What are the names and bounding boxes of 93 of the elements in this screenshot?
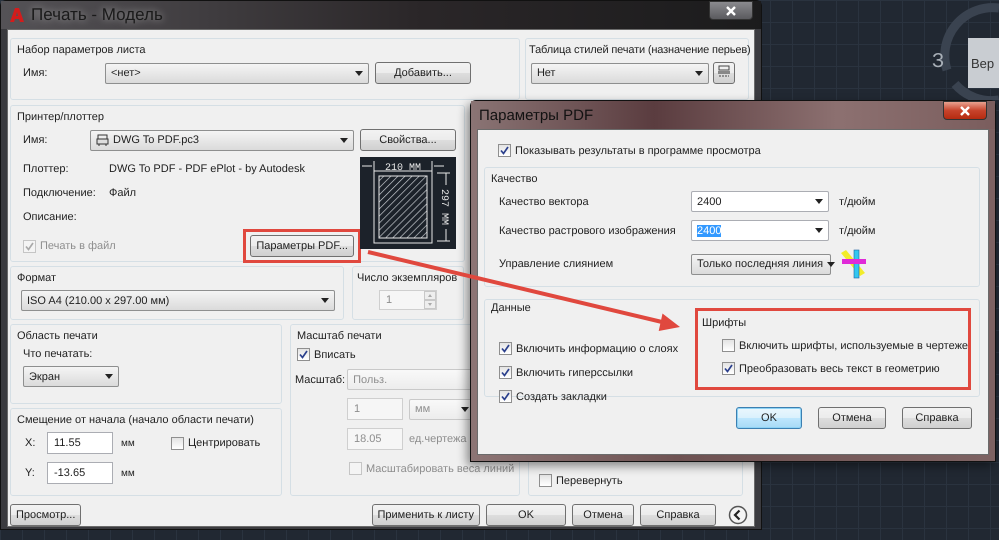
- group-title: Масштаб печати: [297, 330, 383, 342]
- checkbox-label: Масштабировать веса линий: [366, 462, 514, 474]
- caret-icon: [105, 374, 113, 379]
- input-field[interactable]: -13.65: [47, 462, 113, 484]
- dropdown[interactable]: ISO A4 (210.00 x 297.00 мм): [21, 290, 335, 311]
- dropdown[interactable]: 2400: [691, 191, 829, 212]
- button[interactable]: Отмена: [818, 407, 886, 429]
- button[interactable]: Добавить...: [375, 62, 471, 84]
- group-title: Набор параметров листа: [17, 44, 147, 56]
- checkbox-label: Центрировать: [188, 437, 260, 449]
- checkbox[interactable]: [171, 436, 184, 450]
- field-label: Что печатать:: [23, 348, 94, 360]
- merge-control-icon: [839, 249, 867, 279]
- caret-icon: [815, 199, 823, 204]
- field-label: Качество вектора: [499, 196, 590, 208]
- unit-label: мм: [121, 438, 136, 448]
- close-button[interactable]: [943, 101, 987, 120]
- info-value: DWG To PDF - PDF ePlot - by Autodesk: [109, 163, 306, 175]
- group-title: Число экземпляров: [357, 272, 455, 284]
- group-title: Качество: [491, 173, 539, 185]
- caret-icon: [827, 262, 836, 266]
- info-label: Описание:: [23, 211, 78, 223]
- unit-label: т/дюйм: [839, 196, 876, 208]
- button[interactable]: OK: [736, 407, 802, 429]
- height-label: 297 MM: [438, 189, 449, 225]
- group-title: Шрифты: [702, 317, 748, 329]
- info-label: Подключение:: [23, 187, 97, 199]
- info-value: Файл: [109, 187, 136, 199]
- button[interactable]: Свойства...: [360, 129, 456, 151]
- checkbox-label: Показывать результаты в программе просмотра: [515, 144, 761, 156]
- button[interactable]: Отмена: [572, 504, 634, 526]
- checkbox-label: Печать в файл: [40, 240, 116, 252]
- button[interactable]: Параметры PDF...: [250, 235, 354, 257]
- checkbox[interactable]: [722, 339, 735, 352]
- checkbox[interactable]: [499, 390, 512, 403]
- close-icon: [726, 6, 736, 16]
- checkbox[interactable]: [498, 144, 511, 157]
- checkbox-label: Включить информацию о слоях: [516, 342, 678, 354]
- caret-icon: [461, 406, 469, 412]
- close-button[interactable]: [709, 1, 753, 20]
- spin-arrows-icon: [424, 291, 436, 309]
- group-title: Данные: [491, 302, 532, 314]
- checkbox-label: Включить гиперссылки: [516, 366, 634, 378]
- caret-icon: [355, 70, 363, 76]
- checkbox[interactable]: [297, 348, 310, 361]
- checkbox[interactable]: [499, 366, 512, 379]
- checkbox-label: Создать закладки: [516, 390, 607, 402]
- field-label: X:: [25, 437, 36, 449]
- compass-label: З: [932, 50, 944, 73]
- caret-icon: [321, 298, 329, 303]
- button[interactable]: Справка: [902, 407, 972, 429]
- unit-label: мм: [121, 468, 135, 478]
- table-icon: [717, 64, 731, 78]
- window-title: Параметры PDF: [479, 106, 594, 124]
- dropdown[interactable]: DWG To PDF.pc3: [90, 130, 354, 150]
- button[interactable]: OK: [486, 504, 566, 526]
- unit-label: ед.чертежа: [409, 433, 466, 445]
- checkbox-label: Вписать: [314, 348, 356, 360]
- field-label: Управление слиянием: [499, 258, 614, 270]
- info-label: Плоттер:: [23, 163, 70, 175]
- field-label: Масштаб:: [295, 374, 346, 386]
- field-label: Качество растрового изображения: [499, 224, 677, 236]
- caret-icon: [815, 228, 823, 233]
- edit-table-button[interactable]: [713, 62, 735, 84]
- field-label: Y:: [25, 467, 36, 479]
- button[interactable]: Справка: [640, 504, 716, 526]
- group-title: Смещение от начала (начало области печати): [17, 414, 255, 426]
- checkbox-label: Преобразовать весь текст в геометрию: [739, 362, 940, 374]
- caret-icon: [695, 70, 703, 76]
- field-label: Имя:: [22, 134, 48, 146]
- group-title: Принтер/плоттер: [17, 111, 106, 123]
- field-label: Имя:: [22, 67, 48, 79]
- app-logo-icon: [9, 7, 25, 23]
- checkbox[interactable]: [539, 474, 552, 487]
- checkbox-label: Перевернуть: [556, 474, 623, 486]
- viewcube-face[interactable]: Вер: [968, 38, 999, 88]
- group-title: Формат: [17, 272, 58, 284]
- checkbox[interactable]: [499, 342, 512, 355]
- close-icon: [960, 106, 970, 116]
- width-label: 210 MM: [385, 163, 421, 174]
- dropdown[interactable]: Экран: [23, 366, 119, 387]
- unit-label: т/дюйм: [839, 224, 876, 236]
- collapse-button[interactable]: [728, 505, 748, 525]
- plotter-icon: [96, 134, 109, 146]
- button[interactable]: Применить к листу: [372, 504, 480, 526]
- dropdown[interactable]: <нет>: [105, 62, 369, 84]
- caret-icon: [340, 138, 348, 142]
- button[interactable]: Просмотр...: [10, 504, 82, 526]
- checkbox-label: Включить шрифты, используемые в чертеже: [739, 340, 968, 352]
- group-title: Область печати: [17, 330, 99, 342]
- dropdown[interactable]: Нет: [531, 62, 709, 84]
- checkbox[interactable]: [722, 362, 735, 375]
- input-field[interactable]: 11.55: [47, 432, 113, 454]
